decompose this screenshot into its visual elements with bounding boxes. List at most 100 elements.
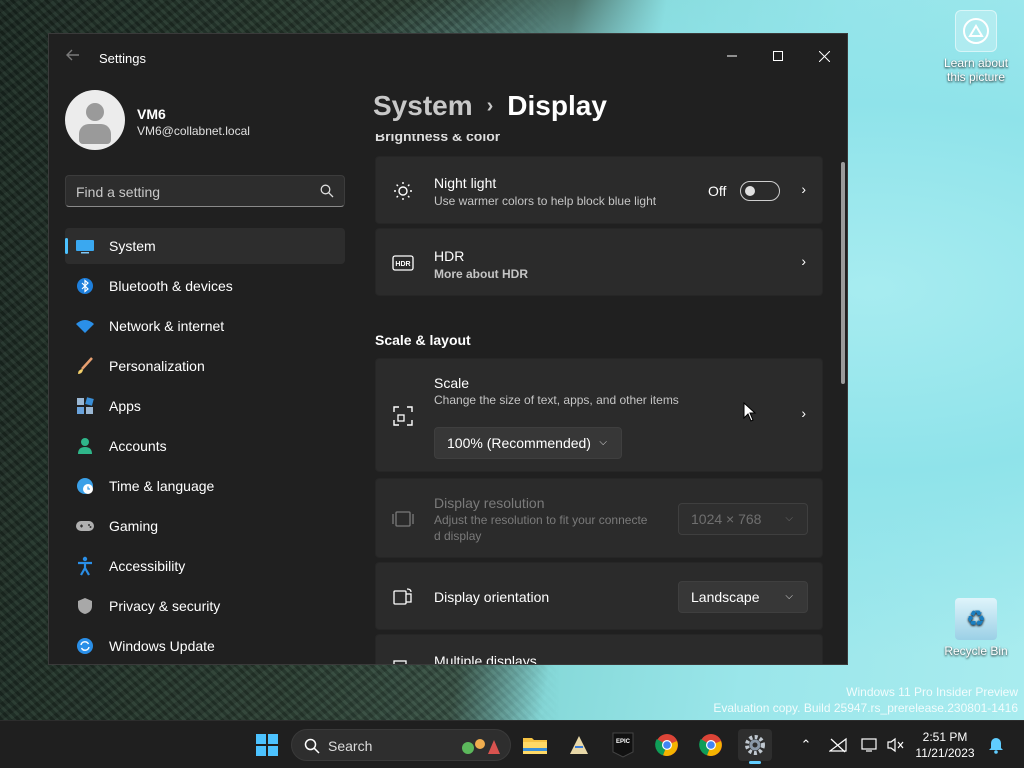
scale-title: Scale xyxy=(434,375,470,391)
chevron-down-icon: ⌵ xyxy=(785,591,793,602)
clock-time: 2:51 PM xyxy=(922,730,968,744)
accessibility-icon xyxy=(75,556,95,576)
volume-muted-icon[interactable] xyxy=(886,735,906,755)
title-bar: Settings xyxy=(49,34,847,82)
back-button[interactable] xyxy=(63,48,83,68)
learn-about-picture-desktop-icon[interactable]: Learn about this picture xyxy=(938,10,1014,84)
sidebar-item-label: Bluetooth & devices xyxy=(109,278,233,294)
chrome-button-2[interactable] xyxy=(694,729,728,761)
display-tray-icon[interactable] xyxy=(860,735,880,755)
file-explorer-button[interactable] xyxy=(518,729,552,761)
breadcrumb-parent[interactable]: System xyxy=(373,90,473,121)
orientation-title: Display orientation xyxy=(434,589,550,605)
system-icon xyxy=(75,236,95,256)
notification-bell-icon[interactable] xyxy=(986,735,1006,755)
night-light-state: Off xyxy=(708,183,727,199)
watermark-line1: Windows 11 Pro Insider Preview xyxy=(846,685,1018,699)
night-light-subtitle: Use warmer colors to help block blue lig… xyxy=(434,194,657,208)
sidebar-item-label: Privacy & security xyxy=(109,598,221,614)
svg-text:EPIC: EPIC xyxy=(616,739,631,745)
scale-icon xyxy=(392,405,414,427)
settings-window: Settings VM6 VM6@collabnet.local System … xyxy=(48,33,848,665)
sidebar-item-apps[interactable]: Apps xyxy=(65,388,345,424)
sidebar-item-accessibility[interactable]: Accessibility xyxy=(65,548,345,584)
sidebar-item-bluetooth[interactable]: Bluetooth & devices xyxy=(65,268,345,304)
night-light-card[interactable]: Night light Use warmer colors to help bl… xyxy=(375,156,823,224)
scale-value: 100% (Recommended) xyxy=(447,435,591,451)
sidebar-item-system[interactable]: System xyxy=(65,228,345,264)
display-resolution-card: Display resolution Adjust the resolution… xyxy=(375,478,823,558)
brush-icon xyxy=(75,356,95,376)
breadcrumb: System › Display xyxy=(373,90,607,122)
sidebar-item-time-language[interactable]: Time & language xyxy=(65,468,345,504)
chevron-down-icon: ⌵ xyxy=(785,513,793,524)
user-name: VM6 xyxy=(137,106,166,122)
svg-text:HDR: HDR xyxy=(395,261,410,268)
chrome-button[interactable] xyxy=(650,729,684,761)
sidebar-nav: System Bluetooth & devices Network & int… xyxy=(65,228,345,664)
epic-games-button[interactable]: EPIC xyxy=(606,729,640,761)
close-button[interactable] xyxy=(801,40,847,72)
search-highlight-icon xyxy=(462,739,500,754)
sidebar-item-personalization[interactable]: Personalization xyxy=(65,348,345,384)
recycle-bin-icon: ♻ xyxy=(955,598,997,640)
multiple-displays-icon xyxy=(392,658,414,664)
sidebar-item-windows-update[interactable]: Windows Update xyxy=(65,628,345,664)
maximize-button[interactable] xyxy=(755,40,801,72)
chevron-right-icon[interactable]: › xyxy=(801,253,806,269)
chevron-right-icon[interactable]: › xyxy=(801,405,806,421)
gamepad-icon xyxy=(75,516,95,536)
sidebar-item-label: Apps xyxy=(109,398,141,414)
network-disconnected-icon[interactable] xyxy=(828,735,848,755)
scale-dropdown[interactable]: 100% (Recommended) ⌵ xyxy=(434,427,622,459)
window-title: Settings xyxy=(99,51,146,66)
sidebar-item-accounts[interactable]: Accounts xyxy=(65,428,345,464)
recycle-bin-desktop-icon[interactable]: ♻ Recycle Bin xyxy=(938,598,1014,658)
settings-taskbar-button[interactable] xyxy=(738,729,772,764)
minimize-button[interactable] xyxy=(709,40,755,72)
back-arrow-icon xyxy=(66,49,79,61)
display-orientation-card: Display orientation Landscape ⌵ xyxy=(375,562,823,630)
sidebar-item-privacy[interactable]: Privacy & security xyxy=(65,588,345,624)
night-light-toggle[interactable] xyxy=(740,181,780,201)
sidebar-item-gaming[interactable]: Gaming xyxy=(65,508,345,544)
minimize-icon xyxy=(727,55,737,57)
resolution-subtitle-line2: d display xyxy=(434,529,482,543)
system-clock[interactable]: 2:51 PM 11/21/2023 xyxy=(910,729,980,761)
resolution-icon xyxy=(392,508,414,530)
sidebar-item-label: Accessibility xyxy=(109,558,186,574)
start-button[interactable] xyxy=(250,729,284,761)
hdr-card[interactable]: HDR HDR More about HDR › xyxy=(375,228,823,296)
app-installer-button[interactable] xyxy=(562,729,596,761)
scale-subtitle: Change the size of text, apps, and other… xyxy=(434,393,679,407)
page-title: Display xyxy=(507,90,607,121)
sidebar-item-label: Gaming xyxy=(109,518,159,534)
search-icon[interactable] xyxy=(320,184,334,198)
resolution-subtitle-line1: Adjust the resolution to fit your connec… xyxy=(434,513,648,527)
camera-icon xyxy=(955,10,997,52)
sidebar-item-label: System xyxy=(109,238,156,254)
chevron-down-icon[interactable]: ⌵ xyxy=(795,659,806,664)
chevron-up-icon[interactable]: ⌃ xyxy=(796,735,816,755)
sidebar-item-network[interactable]: Network & internet xyxy=(65,308,345,344)
hdr-icon: HDR xyxy=(392,252,414,274)
taskbar-search[interactable]: Search xyxy=(291,729,511,761)
folder-icon xyxy=(523,738,547,754)
chevron-right-icon[interactable]: › xyxy=(801,181,806,197)
sidebar-item-label: Time & language xyxy=(109,478,215,494)
accounts-icon xyxy=(75,436,95,456)
taskbar: Search EPIC ⌃ 2:51 PM 11/21/2023 xyxy=(0,720,1024,768)
orientation-dropdown[interactable]: Landscape ⌵ xyxy=(678,581,808,613)
bluetooth-icon xyxy=(75,276,95,296)
windows-logo-icon xyxy=(256,734,278,756)
hdr-link[interactable]: More about HDR xyxy=(434,267,528,281)
globe-clock-icon xyxy=(75,476,95,496)
scrollbar[interactable] xyxy=(841,162,845,384)
installer-icon xyxy=(570,736,588,754)
multiple-displays-title: Multiple displays xyxy=(434,653,537,665)
section-heading-brightness: Brightness & color xyxy=(375,134,501,144)
search-input[interactable] xyxy=(76,182,306,202)
apps-icon xyxy=(75,396,95,416)
avatar xyxy=(65,90,125,150)
multiple-displays-card[interactable]: Multiple displays ⌵ xyxy=(375,634,823,665)
